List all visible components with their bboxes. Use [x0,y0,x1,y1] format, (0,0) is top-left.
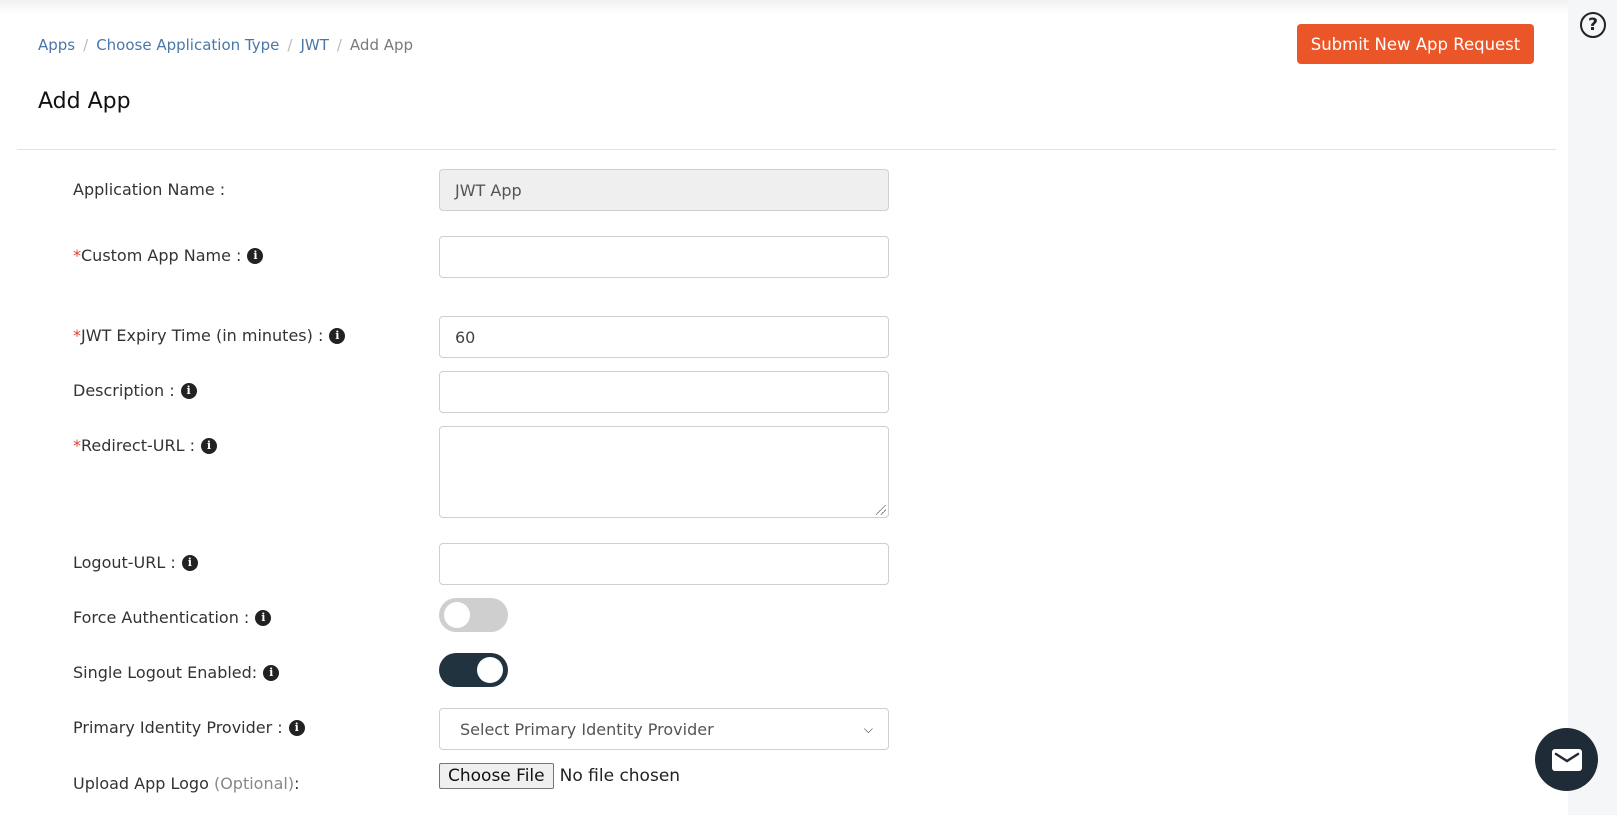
logout-url-input[interactable] [439,543,889,585]
label-text: Force Authentication : [73,608,250,627]
application-name-input: JWT App [439,169,889,211]
right-rail [1568,0,1617,815]
breadcrumb-separator: / [287,36,293,54]
submit-new-app-request-button[interactable]: Submit New App Request [1297,24,1534,64]
jwt-expiry-input[interactable]: 60 [439,316,889,358]
force-authentication-toggle[interactable] [439,598,508,632]
breadcrumb-jwt[interactable]: JWT [300,36,328,54]
toggle-knob [444,602,470,628]
label-text: Custom App Name : [81,246,242,265]
custom-app-name-label: * Custom App Name : i [73,246,264,265]
application-name-label: Application Name : [73,180,225,199]
description-label: Description : i [73,381,197,400]
breadcrumb-separator: / [336,36,342,54]
single-logout-label: Single Logout Enabled: i [73,663,280,682]
label-text: Primary Identity Provider : [73,718,283,737]
redirect-url-textarea[interactable] [439,426,889,518]
label-text: JWT Expiry Time (in minutes) : [81,326,324,345]
resize-grip-icon[interactable] [876,505,886,515]
breadcrumb-choose-application-type[interactable]: Choose Application Type [96,36,279,54]
upload-app-logo-label: Upload App Logo (Optional): [73,774,299,793]
breadcrumb: Apps / Choose Application Type / JWT / A… [38,36,413,54]
required-mark: * [73,436,81,455]
mail-icon [1551,748,1582,771]
force-authentication-label: Force Authentication : i [73,608,272,627]
contact-mail-button[interactable] [1535,728,1598,791]
breadcrumb-apps[interactable]: Apps [38,36,75,54]
label-text: Single Logout Enabled: [73,663,258,682]
choose-file-button[interactable]: Choose File [439,763,554,789]
description-input[interactable] [439,371,889,413]
required-mark: * [73,326,81,345]
page-title: Add App [38,89,131,114]
breadcrumb-current: Add App [349,36,414,54]
top-shadow [0,0,1568,14]
single-logout-toggle[interactable] [439,653,508,687]
label-text: Redirect-URL : [81,436,195,455]
label-text: Logout-URL : [73,553,176,572]
info-icon[interactable]: i [263,664,280,681]
file-status: No file chosen [559,766,681,786]
upload-app-logo-input: Choose File No file chosen [439,763,680,789]
primary-identity-provider-label: Primary Identity Provider : i [73,718,305,737]
label-text: Application Name : [73,180,226,199]
info-icon[interactable]: i [288,719,305,736]
info-icon[interactable]: i [255,609,272,626]
required-mark: * [73,246,81,265]
logout-url-label: Logout-URL : i [73,553,198,572]
select-value: Select Primary Identity Provider [460,719,714,739]
label-suffix: : [294,774,300,793]
jwt-expiry-label: * JWT Expiry Time (in minutes) : i [73,326,346,345]
custom-app-name-input[interactable] [439,236,889,278]
redirect-url-label: * Redirect-URL : i [73,436,217,455]
info-icon[interactable]: i [247,247,264,264]
primary-identity-provider-select[interactable]: Select Primary Identity Provider ⌵ [439,708,889,750]
header-divider [17,149,1556,150]
optional-text: (Optional) [213,774,295,793]
label-text: Description : [73,381,175,400]
chevron-down-icon: ⌵ [863,721,873,736]
toggle-knob [477,657,503,683]
label-text: Upload App Logo [73,774,209,793]
info-icon[interactable]: i [181,554,198,571]
info-icon[interactable]: i [200,437,217,454]
help-icon[interactable]: ? [1580,12,1606,38]
info-icon[interactable]: i [329,327,346,344]
breadcrumb-separator: / [83,36,89,54]
info-icon[interactable]: i [180,382,197,399]
